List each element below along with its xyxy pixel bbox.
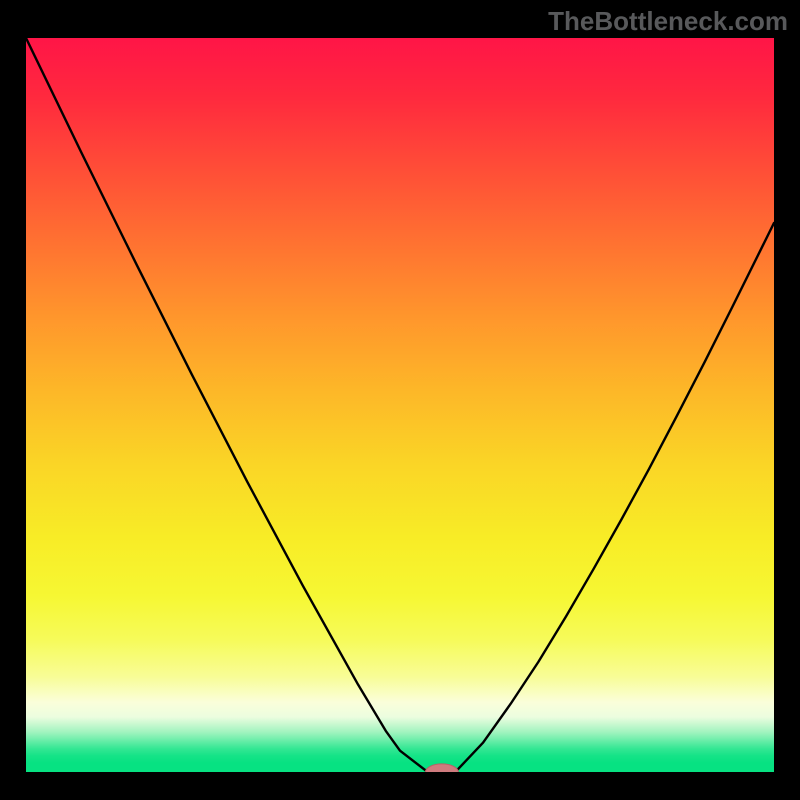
watermark-text: TheBottleneck.com <box>548 6 788 37</box>
bottleneck-chart <box>26 38 774 772</box>
plot-background <box>26 38 774 772</box>
